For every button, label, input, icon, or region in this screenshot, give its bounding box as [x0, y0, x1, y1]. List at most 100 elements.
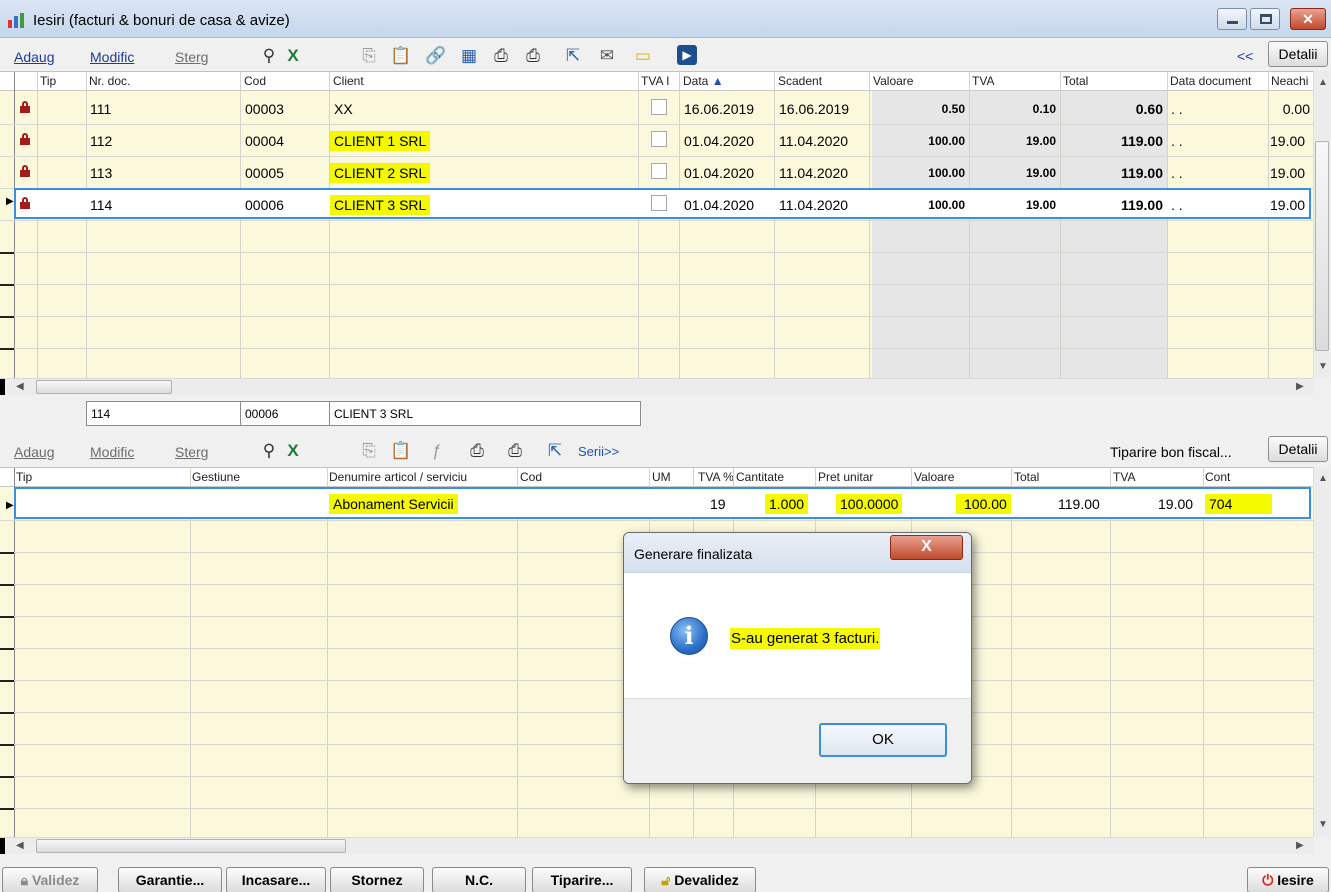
email-icon[interactable]: ✉ — [596, 45, 618, 67]
print-preview-icon[interactable]: ⎙ — [504, 440, 526, 462]
scroll-down-icon[interactable]: ▼ — [1318, 819, 1328, 830]
col-valoare[interactable]: Valoare — [914, 470, 954, 484]
binoculars-icon[interactable]: ⚲ — [258, 440, 280, 462]
col-cod[interactable]: Cod — [520, 470, 542, 484]
maximize-button[interactable] — [1250, 8, 1280, 30]
invoice-vertical-scrollbar[interactable]: ▲ ▼ — [1313, 71, 1330, 378]
cell-data: 01.04.2020 — [684, 133, 755, 149]
col-data-document[interactable]: Data document — [1170, 74, 1251, 88]
col-tva[interactable]: TVA — [1113, 470, 1135, 484]
excel-export-icon[interactable]: X — [282, 440, 304, 462]
export-icon[interactable]: ⇱ — [544, 440, 566, 462]
exit-button[interactable]: ⏻ Iesire — [1247, 867, 1329, 892]
col-total[interactable]: Total — [1014, 470, 1039, 484]
current-row-pointer-icon: ▶ — [6, 500, 14, 511]
col-tva[interactable]: TVA — [972, 74, 994, 88]
paste-icon[interactable]: 📋 — [390, 440, 412, 462]
col-tva-i[interactable]: TVA I — [641, 74, 669, 88]
lock-icon: 🔒︎ — [20, 872, 32, 888]
next-icon[interactable]: ▶ — [677, 45, 697, 65]
scroll-down-icon[interactable]: ▼ — [1318, 361, 1328, 372]
col-nr-doc[interactable]: Nr. doc. — [89, 74, 130, 88]
details-button[interactable]: Detalii — [1268, 41, 1328, 67]
invoice-horizontal-scrollbar[interactable]: ◀ ▶ — [0, 378, 1313, 395]
copy-icon[interactable]: ⎘ — [358, 440, 380, 462]
col-total[interactable]: Total — [1063, 74, 1088, 88]
excel-export-icon[interactable]: X — [282, 45, 304, 67]
scrollbar-thumb[interactable] — [1315, 141, 1329, 351]
table-icon[interactable]: ▦ — [458, 45, 480, 67]
print-icon[interactable]: ⎙ — [490, 45, 512, 67]
delete-invoice-button[interactable]: Sterg — [175, 49, 208, 65]
tva-checkbox[interactable] — [651, 99, 667, 115]
storno-button[interactable]: Stornez — [330, 867, 424, 892]
modify-line-button[interactable]: Modific — [90, 444, 134, 460]
print-preview-icon[interactable]: ⎙ — [522, 45, 544, 67]
print-button[interactable]: Tiparire... — [532, 867, 632, 892]
lines-vertical-scrollbar[interactable]: ▲ ▼ — [1313, 467, 1330, 837]
dialog-title: Generare finalizata — [634, 546, 753, 562]
col-tip[interactable]: Tip — [16, 470, 32, 484]
invoice-grid-header: Tip Nr. doc. Cod Client TVA I Data ▲ Sca… — [0, 72, 1313, 91]
line-row-selected[interactable] — [14, 487, 1311, 519]
collapse-button[interactable]: << — [1237, 48, 1253, 64]
tva-checkbox[interactable] — [651, 195, 667, 211]
scroll-left-icon[interactable]: ◀ — [16, 381, 24, 392]
validate-label: Validez — [31, 872, 80, 888]
paste-icon[interactable]: 📋 — [390, 45, 412, 67]
fiscal-receipt-print-button[interactable]: Tiparire bon fiscal... — [1110, 444, 1232, 460]
col-client[interactable]: Client — [333, 74, 364, 88]
ok-button[interactable]: OK — [819, 723, 947, 757]
col-tva-pct[interactable]: TVA % — [698, 470, 734, 484]
scroll-up-icon[interactable]: ▲ — [1318, 473, 1328, 484]
formula-icon[interactable]: ƒ — [426, 440, 448, 462]
binoculars-icon[interactable]: ⚲ — [258, 45, 280, 67]
scroll-right-icon[interactable]: ▶ — [1296, 840, 1304, 851]
dialog-close-button[interactable]: X — [890, 535, 963, 560]
scroll-right-icon[interactable]: ▶ — [1296, 381, 1304, 392]
col-data[interactable]: Data ▲ — [683, 74, 724, 88]
cell-client: XX — [334, 101, 353, 117]
col-um[interactable]: UM — [652, 470, 671, 484]
col-scadent[interactable]: Scadent — [778, 74, 822, 88]
validate-button[interactable]: 🔒︎ Validez — [2, 867, 98, 892]
col-cont[interactable]: Cont — [1205, 470, 1230, 484]
minimize-button[interactable] — [1217, 8, 1247, 30]
col-cod[interactable]: Cod — [244, 74, 266, 88]
collect-button[interactable]: Incasare... — [226, 867, 326, 892]
scroll-up-icon[interactable]: ▲ — [1318, 77, 1328, 88]
series-button[interactable]: Serii>> — [578, 444, 619, 459]
tva-checkbox[interactable] — [651, 163, 667, 179]
nc-button[interactable]: N.C. — [432, 867, 526, 892]
col-cantitate[interactable]: Cantitate — [736, 470, 784, 484]
modify-invoice-button[interactable]: Modific — [90, 49, 134, 65]
row-line — [0, 348, 1313, 349]
cell-valoare: 100.00 — [928, 134, 965, 148]
record-tick — [0, 680, 14, 682]
col-pret-unitar[interactable]: Pret unitar — [818, 470, 873, 484]
cell-tva: 19.00 — [1025, 134, 1056, 148]
col-denumire[interactable]: Denumire articol / serviciu — [329, 470, 467, 484]
delete-line-button[interactable]: Sterg — [175, 444, 208, 460]
scrollbar-thumb[interactable] — [36, 839, 346, 853]
link-icon[interactable]: 🔗 — [425, 45, 447, 67]
add-invoice-button[interactable]: Adaug — [14, 49, 54, 65]
scroll-left-icon[interactable]: ◀ — [16, 840, 24, 851]
export-icon[interactable]: ⇱ — [562, 45, 584, 67]
col-tip[interactable]: Tip — [40, 74, 56, 88]
delete-label: Sterg — [175, 49, 209, 65]
copy-icon[interactable]: ⎘ — [358, 45, 380, 67]
scrollbar-thumb[interactable] — [36, 380, 172, 394]
warranty-button[interactable]: Garantie... — [118, 867, 222, 892]
col-gestiune[interactable]: Gestiune — [192, 470, 240, 484]
folder-icon[interactable]: ▭ — [632, 45, 654, 67]
tva-checkbox[interactable] — [651, 131, 667, 147]
col-neachitat[interactable]: Neachi — [1271, 74, 1308, 88]
col-valoare[interactable]: Valoare — [873, 74, 913, 88]
add-line-button[interactable]: Adaug — [14, 444, 54, 460]
line-details-button[interactable]: Detalii — [1268, 436, 1328, 462]
print-icon[interactable]: ⎙ — [466, 440, 488, 462]
close-window-button[interactable]: ✕ — [1290, 8, 1326, 30]
invalidate-button[interactable]: 🔓︎ Devalidez — [644, 867, 756, 892]
lines-horizontal-scrollbar[interactable]: ◀ ▶ — [0, 837, 1313, 854]
